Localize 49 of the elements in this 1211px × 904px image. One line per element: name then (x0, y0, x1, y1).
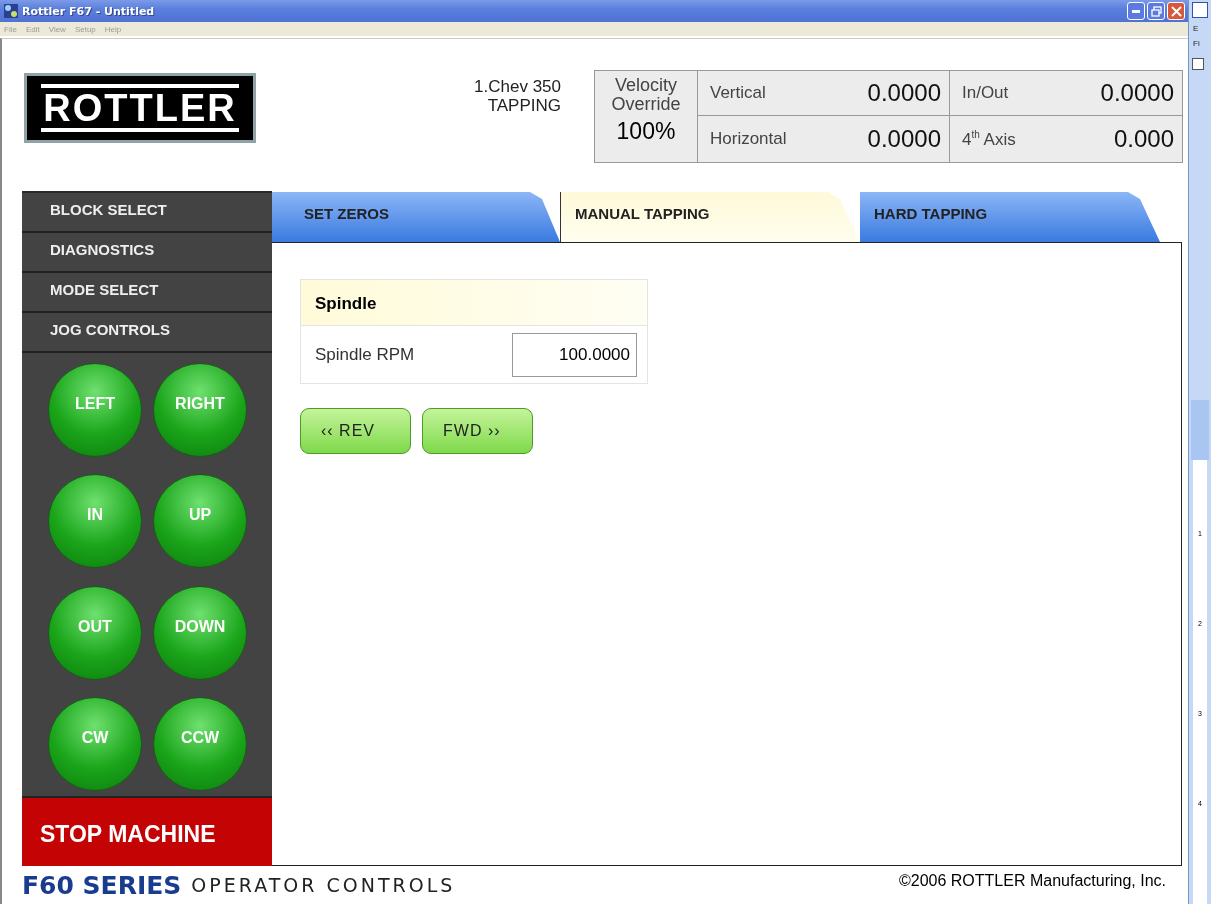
minimize-button[interactable] (1127, 2, 1145, 20)
jog-button[interactable]: IN (48, 474, 142, 569)
jog-button[interactable]: LEFT (48, 363, 142, 457)
axis-label: 4$^{th}$ Axis (962, 128, 1016, 150)
logo-text: ROTTLER (41, 84, 239, 132)
menu-item[interactable]: View (48, 24, 66, 34)
stop-machine-button[interactable]: STOP MACHINE (22, 796, 272, 866)
menu-item[interactable]: Setup (74, 24, 96, 34)
scroll-thumb (1191, 400, 1209, 460)
menu-item[interactable]: File (4, 24, 17, 34)
forward-button[interactable]: FWD ›› (422, 408, 533, 454)
tab[interactable]: HARD TAPPING (860, 191, 1160, 242)
rpm-input-field[interactable]: 100.0000 (512, 332, 637, 377)
series-title: F60 SERIES (22, 870, 182, 900)
velocity-value: 100% (615, 117, 677, 145)
toolbar-text: Fi (1192, 38, 1200, 48)
field-label: Spindle RPM (315, 344, 415, 365)
velocity-label: Velocity Override (610, 74, 682, 113)
jog-button[interactable]: CW (48, 696, 142, 791)
jog-button[interactable]: DOWN (153, 585, 247, 680)
minimize-icon (1132, 9, 1140, 13)
card-title: Spindle (301, 280, 647, 326)
job-mode: TAPPING (486, 96, 561, 115)
series-subtitle: OPERATOR CONTROLS (191, 874, 457, 896)
axis-label: In/Out (962, 83, 1009, 103)
jog-button[interactable]: UP (153, 474, 247, 569)
close-icon (1170, 5, 1182, 17)
restore-button[interactable] (1147, 2, 1165, 20)
app-icon (3, 3, 19, 19)
tab[interactable]: SET ZEROS (272, 191, 560, 242)
job-name: 1.Chev 350 (473, 77, 561, 96)
menu-item[interactable]: Edit (25, 24, 40, 34)
close-button[interactable] (1167, 2, 1185, 20)
jog-button[interactable]: CCW (153, 696, 247, 791)
axis-label: Horizontal (710, 129, 787, 149)
axis-value: 0.0000 (1100, 79, 1174, 107)
jog-button[interactable]: RIGHT (153, 363, 247, 457)
restore-icon (1150, 5, 1162, 17)
jog-button[interactable]: OUT (48, 585, 142, 680)
copyright-text: ©2006 ROTTLER Manufacturing, Inc. (899, 872, 1166, 890)
tab[interactable]: MANUAL TAPPING (560, 191, 860, 244)
toolbar-text: E (1192, 23, 1199, 33)
reverse-button[interactable]: ‹‹ REV (300, 408, 411, 454)
axis-value: 0.000 (1113, 125, 1174, 153)
window-title: Rottler F67 - Untitled (22, 4, 156, 18)
axis-value: 0.0000 (867, 125, 941, 153)
menu-item[interactable]: Help (104, 24, 122, 34)
axis-label: Vertical (710, 83, 766, 103)
axis-value: 0.0000 (867, 79, 941, 107)
